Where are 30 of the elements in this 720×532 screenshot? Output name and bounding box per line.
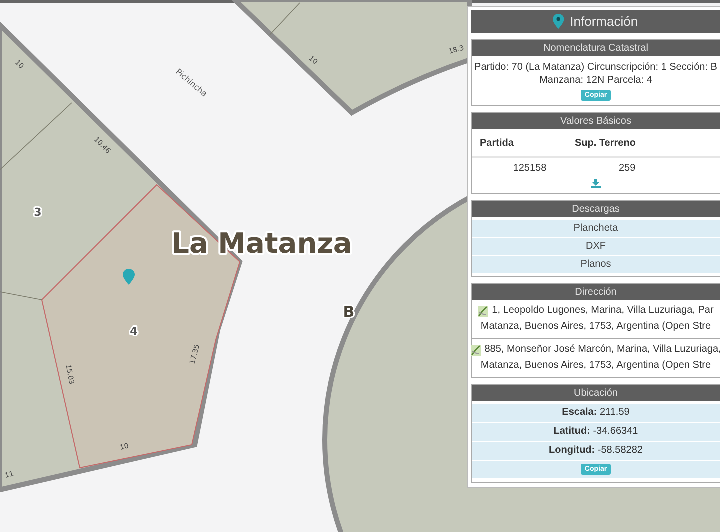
location-field: Latitud: -34.66341 <box>472 423 720 442</box>
parcel-number: 3 <box>34 206 42 219</box>
panel-title: Información <box>570 14 638 29</box>
table-cell-text: 125158 <box>512 162 548 176</box>
lot-line <box>270 2 300 36</box>
map-icon[interactable] <box>478 306 488 316</box>
download-link[interactable]: DXF <box>472 237 720 255</box>
table-cell-text: 259 <box>618 162 637 176</box>
section-header: Descargas <box>472 201 720 217</box>
cadastral-text: Partido: 70 (La Matanza) Circunscripción: 1 Sección: B <box>474 61 718 74</box>
block-label: B <box>343 303 355 321</box>
section-header: Nomenclatura Catastral <box>472 40 720 56</box>
location-pin-icon <box>552 14 564 29</box>
location-field: Escala: 211.59 <box>472 404 720 423</box>
section-header: Dirección <box>472 284 720 300</box>
map-icon[interactable] <box>470 344 481 356</box>
place-name: La Matanza <box>172 227 352 260</box>
location-field: Longitud: -58.58282 <box>472 442 720 461</box>
download-icon[interactable] <box>591 179 601 188</box>
address-text: 1, Leopoldo Lugones, Marina, Villa Luzuriaga, Par <box>492 304 714 318</box>
parcel-number: 4 <box>130 325 138 338</box>
cadastral-text: Manzana: 12N Parcela: 4 <box>540 74 652 87</box>
section-header: Valores Básicos <box>472 113 720 129</box>
address-text: Matanza, Buenos Aires, 1753, Argentina (Open Stre <box>480 320 712 334</box>
address-text: Matanza, Buenos Aires, 1753, Argentina (Open Stre <box>480 359 712 373</box>
section-header: Ubicación <box>472 385 720 401</box>
column-header: Partida <box>472 129 567 158</box>
download-link[interactable]: Planos <box>472 255 720 273</box>
column-header: Sup. Terreno <box>567 129 720 158</box>
download-link[interactable]: Plancheta <box>472 220 720 237</box>
